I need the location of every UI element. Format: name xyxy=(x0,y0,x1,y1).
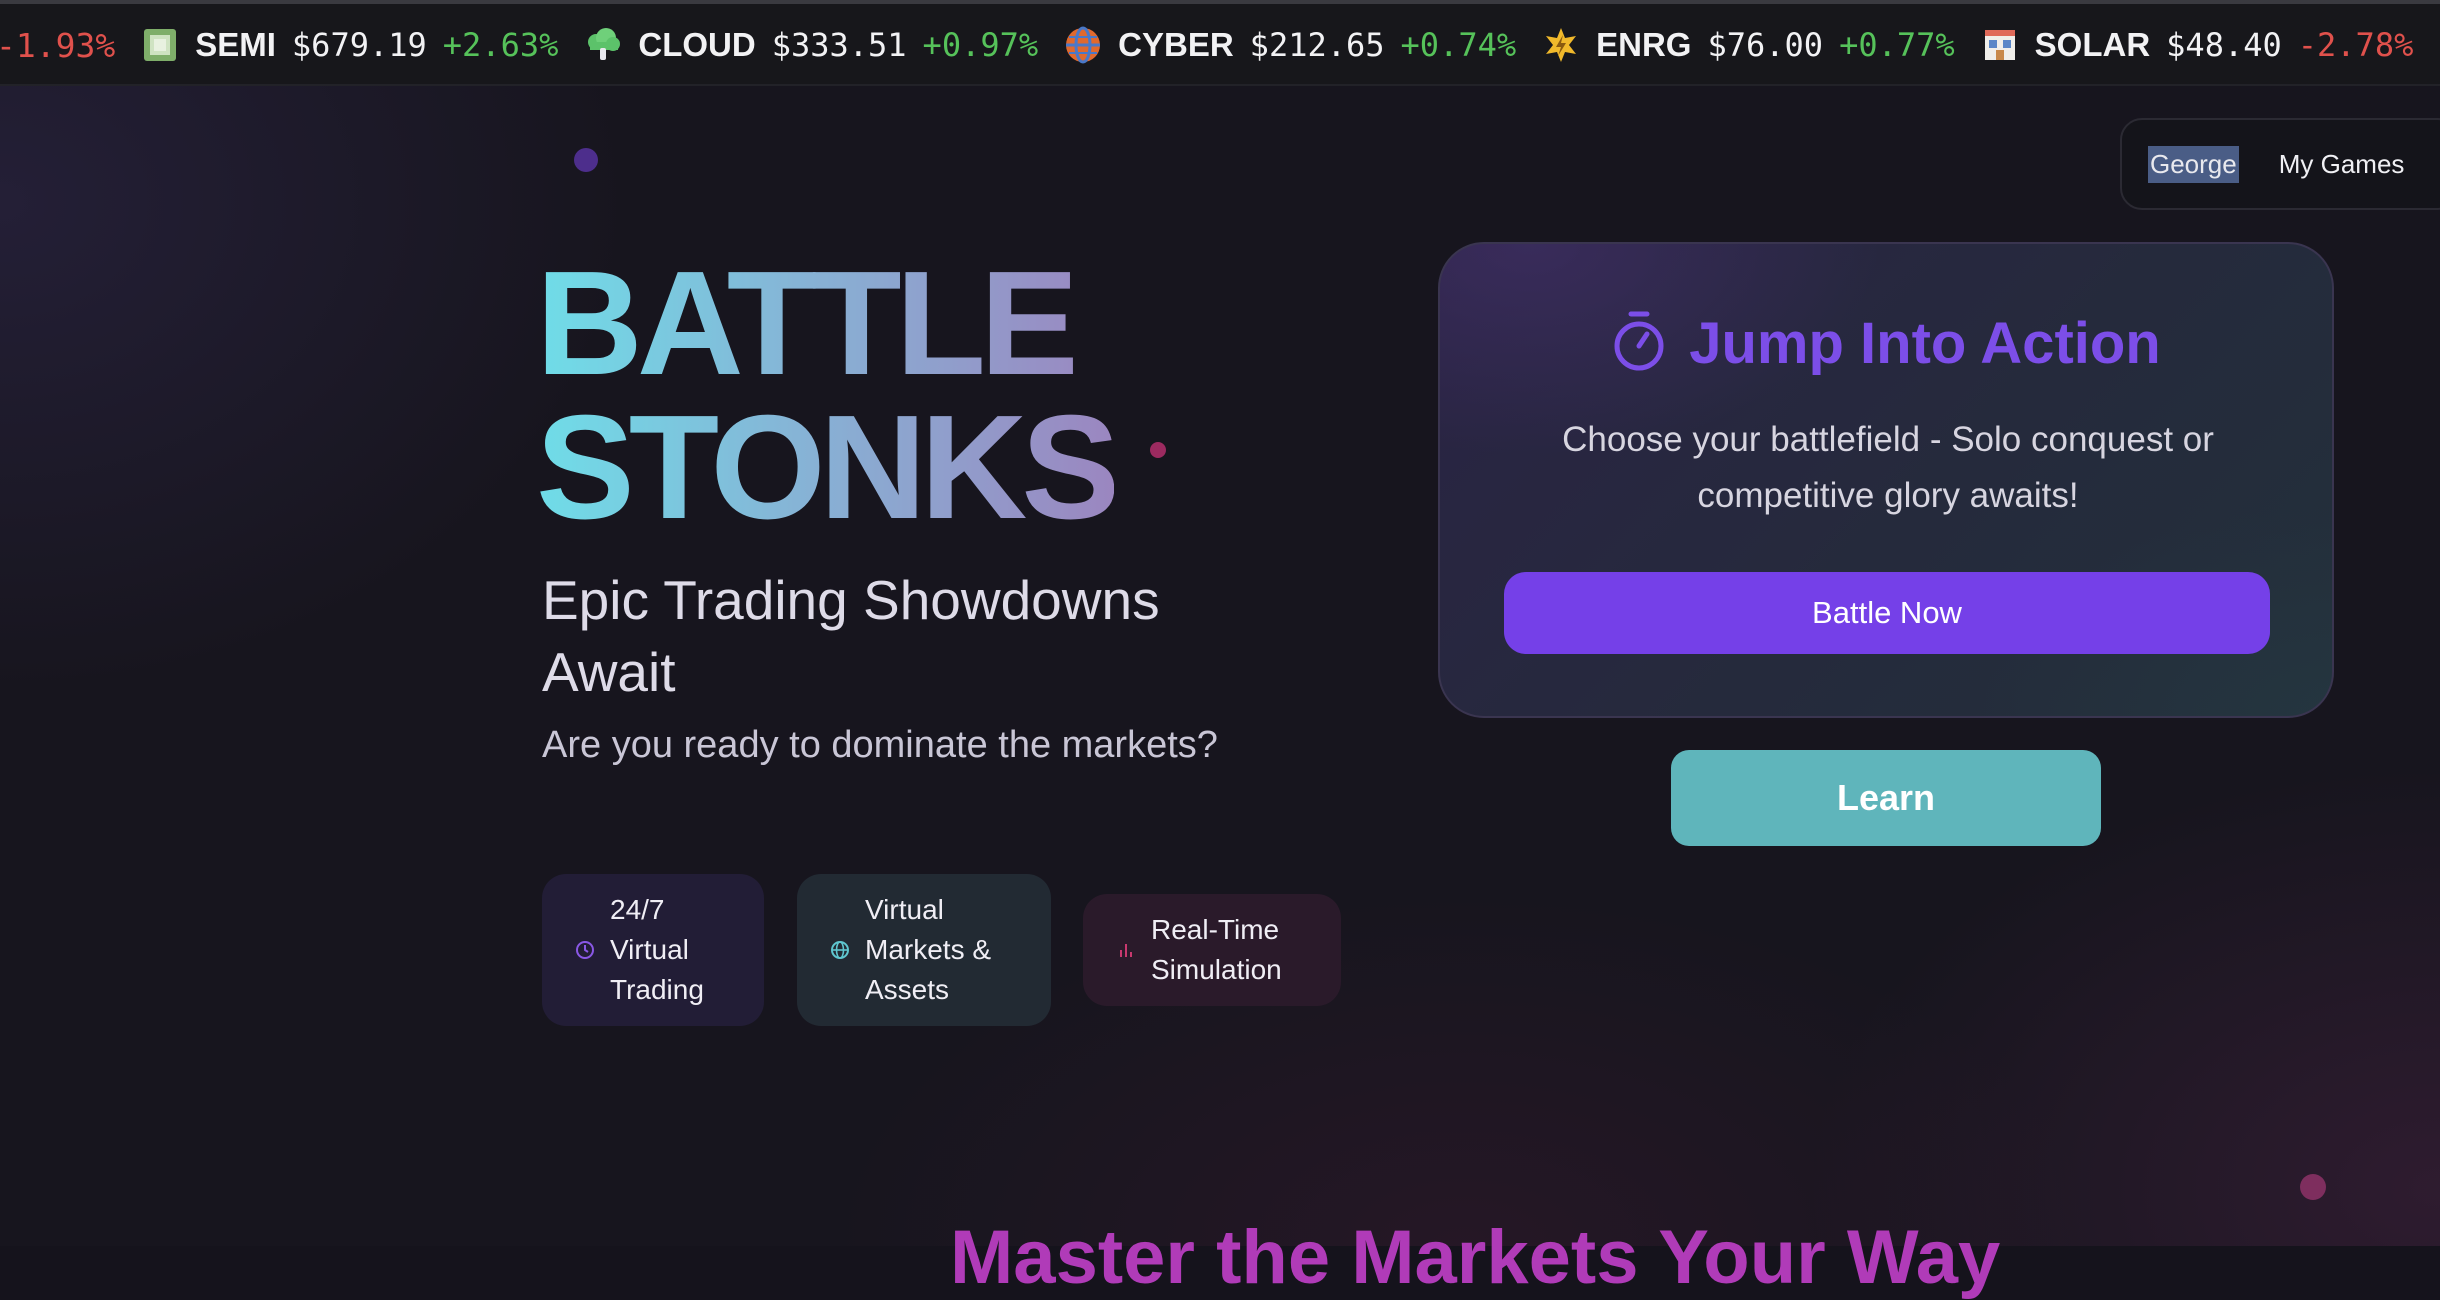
microchip-icon xyxy=(141,26,179,64)
ticker-symbol: ENRG xyxy=(1596,26,1692,63)
hero-tagline: Are you ready to dominate the markets? xyxy=(542,724,1218,766)
action-card-title: Jump Into Action xyxy=(1689,311,2161,376)
stopwatch-icon xyxy=(1611,310,1667,377)
ticker-item-enrg[interactable]: ENRG $76.00 +0.77% xyxy=(1542,26,1955,64)
action-card-header: Jump Into Action xyxy=(1440,310,2332,377)
ticker-symbol: SEMI xyxy=(195,26,276,63)
stock-ticker: -1.93% SEMI $679.19 +2.63% CLOUD $333.51… xyxy=(0,0,2440,86)
hero-subtitle: Epic Trading Showdowns Await xyxy=(542,569,1160,703)
decorative-dot xyxy=(574,148,598,172)
hero-title: BATTLE STONKS xyxy=(536,252,1114,540)
next-section-title: Master the Markets Your Way xyxy=(950,1215,2001,1300)
battle-now-button[interactable]: Battle Now xyxy=(1504,572,2270,654)
ticker-change: +2.63% xyxy=(442,26,559,64)
hero-title-line1: BATTLE xyxy=(536,241,1073,406)
feature-label: 24/7 Virtual Trading xyxy=(610,894,704,1005)
nav-my-games-link[interactable]: My Games xyxy=(2279,149,2405,180)
solar-panel-icon xyxy=(1981,26,2019,64)
ticker-item-solar[interactable]: SOLAR $48.40 -2.78% xyxy=(1981,26,2414,64)
ticker-symbol: CLOUD xyxy=(638,26,756,63)
ticker-symbol: SOLAR xyxy=(2034,26,2151,63)
clock-icon xyxy=(574,939,596,961)
action-card-description: Choose your battlefield - Solo conquest … xyxy=(1562,420,2214,515)
globe-icon xyxy=(829,939,851,961)
ticker-change: +0.97% xyxy=(922,26,1039,64)
ticker-change: -2.78% xyxy=(2297,26,2414,64)
feature-badge-real-time-simulation: Real-Time Simulation xyxy=(1083,894,1341,1006)
globe-icon xyxy=(1064,26,1102,64)
feature-label: Real-Time Simulation xyxy=(1151,914,1282,985)
ticker-price: $333.51 xyxy=(771,26,907,64)
ticker-item-cyber[interactable]: CYBER $212.65 +0.74% xyxy=(1064,26,1516,64)
feature-badge-virtual-trading: 24/7 Virtual Trading xyxy=(542,874,764,1026)
bar-chart-icon xyxy=(1115,939,1137,961)
ticker-change: +0.77% xyxy=(1839,26,1955,64)
feature-badge-virtual-markets: Virtual Markets & Assets xyxy=(797,874,1051,1026)
ticker-price: $76.00 xyxy=(1707,26,1824,64)
ticker-change: +0.74% xyxy=(1400,26,1517,64)
decorative-dot xyxy=(2300,1174,2326,1200)
top-nav: George My Games xyxy=(2120,118,2440,210)
decorative-dot xyxy=(1150,442,1166,458)
lightning-icon xyxy=(1542,26,1580,64)
ticker-item-semi[interactable]: SEMI $679.19 +2.63% xyxy=(141,26,558,64)
ticker-partial-change: -1.93% xyxy=(0,25,116,65)
cloud-icon xyxy=(584,26,622,64)
nav-user-name[interactable]: George xyxy=(2148,145,2239,183)
action-card: Jump Into Action Choose your battlefield… xyxy=(1438,242,2334,718)
ticker-price: $679.19 xyxy=(291,26,427,64)
feature-label: Virtual Markets & Assets xyxy=(865,894,992,1005)
ticker-track: -1.93% SEMI $679.19 +2.63% CLOUD $333.51… xyxy=(0,4,2440,84)
ticker-price: $212.65 xyxy=(1249,26,1385,64)
hero-title-line2: STONKS xyxy=(536,385,1115,550)
learn-button[interactable]: Learn xyxy=(1671,750,2101,846)
ticker-item-cloud[interactable]: CLOUD $333.51 +0.97% xyxy=(584,26,1038,64)
ticker-symbol: CYBER xyxy=(1118,26,1234,63)
ticker-price: $48.40 xyxy=(2166,26,2282,64)
